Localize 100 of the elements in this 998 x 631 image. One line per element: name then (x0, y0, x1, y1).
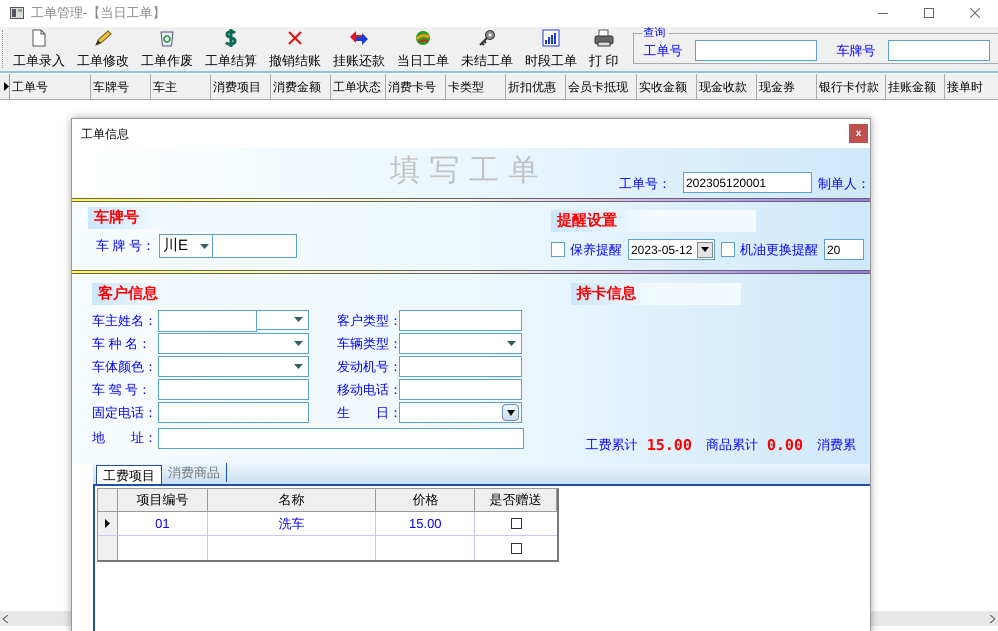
field-label: 固定电话： (92, 404, 158, 422)
input-field[interactable] (399, 310, 522, 331)
pencil-icon (93, 28, 113, 47)
column-header[interactable]: 是否赠送 (475, 489, 557, 511)
toolbar-button[interactable]: 工单修改 (75, 27, 131, 71)
date-field[interactable]: 20 (824, 239, 864, 260)
search-field[interactable] (694, 40, 817, 61)
prefix-dropdown[interactable]: 川E (159, 234, 213, 258)
bar-chart-icon (542, 28, 560, 47)
checkbox[interactable] (510, 542, 522, 554)
caret-icon (701, 247, 709, 252)
column-header[interactable]: 卡类型 (446, 74, 506, 99)
column-header[interactable]: 会员卡抵现 (566, 74, 637, 99)
checkbox[interactable] (510, 518, 522, 529)
field-label: 发动机号： (337, 358, 399, 376)
field-label: 生 日： (337, 404, 399, 422)
checkbox-label: 保养提醒 (570, 240, 622, 259)
column-header[interactable]: 银行卡付款 (817, 74, 886, 99)
dropdown-field[interactable] (158, 333, 309, 354)
dropdown-arrow-icon[interactable] (294, 364, 303, 369)
column-header[interactable]: 车主 (151, 74, 211, 99)
tab[interactable]: 工费项目 (96, 465, 162, 484)
toolbar-button[interactable]: 工单作废 (139, 27, 195, 71)
page-icon (31, 28, 47, 47)
date-field[interactable]: 2023-05-12 (628, 239, 715, 260)
row-header-cell[interactable] (98, 536, 118, 560)
field-label: 车辆类型： (337, 334, 399, 353)
dropdown-arrow-icon[interactable] (294, 317, 303, 322)
column-header[interactable]: 工单号 (10, 74, 91, 99)
dropdown-field[interactable] (158, 356, 309, 377)
close-button[interactable]: x (849, 124, 868, 143)
field-label: 车体颜色： (92, 358, 158, 376)
checkbox[interactable] (551, 242, 565, 257)
toolbar-button[interactable]: 工单结算 (203, 27, 259, 71)
column-header[interactable]: 实收金额 (637, 74, 697, 99)
total-label: 消费累 (817, 436, 856, 454)
section-heading: 持卡信息 (570, 283, 741, 305)
checkbox-label: 机油更换提醒 (740, 240, 818, 259)
total-value: 15.00 (646, 434, 692, 456)
field-label: 地 址： (92, 429, 158, 448)
toolbar-button[interactable]: 当日工单 (395, 27, 451, 71)
column-header[interactable]: 价格 (376, 489, 476, 511)
dropdown-field[interactable] (399, 333, 522, 354)
field-label: 客户类型： (337, 312, 399, 330)
dropdown-button[interactable] (697, 242, 713, 258)
caret-icon (506, 410, 514, 416)
toolbar-button[interactable]: 时段工单 (523, 27, 579, 71)
tab[interactable]: 消费商品 (162, 463, 227, 482)
column-header[interactable]: 现金收款 (697, 74, 757, 99)
dropdown-arrow-icon[interactable] (200, 244, 209, 248)
column-header[interactable]: 消费项目 (211, 74, 271, 99)
maximize-icon (924, 8, 934, 18)
input-field[interactable] (158, 402, 309, 423)
scroll-right-icon[interactable] (990, 614, 995, 622)
column-header[interactable]: 消费金额 (271, 74, 331, 99)
address-field[interactable] (158, 428, 524, 448)
ball-icon (415, 30, 431, 46)
field-label: 车 驾 号： (92, 380, 152, 399)
query-legend: 查询 (642, 28, 668, 38)
column-header[interactable]: 项目编号 (118, 489, 208, 511)
toolbar-button[interactable]: 工单录入 (11, 27, 67, 71)
dropdown-arrow-icon[interactable] (507, 341, 516, 346)
order-number-field[interactable]: 202305120001 (683, 172, 812, 193)
input-field[interactable] (399, 356, 522, 377)
printer-icon (594, 28, 614, 47)
row-pointer-icon (4, 82, 9, 91)
input-field[interactable] (158, 379, 309, 400)
dropdown-arrow-icon[interactable] (294, 341, 303, 346)
search-field[interactable] (888, 40, 990, 61)
checkbox[interactable] (721, 242, 735, 257)
field-label: 移动电话： (337, 380, 399, 399)
toolbar-button[interactable]: 打 印 (587, 27, 621, 71)
column-header[interactable]: 名称 (208, 489, 376, 511)
column-header[interactable]: 接单时 (945, 74, 998, 99)
query-label: 车牌号 (836, 42, 876, 60)
column-header[interactable]: 折扣优惠 (506, 74, 566, 99)
column-header[interactable]: 车牌号 (91, 74, 151, 99)
dropdown-button[interactable] (502, 404, 519, 421)
scroll-left-icon[interactable] (3, 614, 8, 622)
arrows-icon (349, 28, 369, 47)
column-header[interactable]: 现金券 (757, 74, 817, 99)
date-field[interactable] (399, 402, 522, 423)
toolbar-button[interactable]: 撤销结账 (267, 27, 323, 71)
toolbar-button[interactable]: 未结工单 (459, 27, 515, 71)
column-header[interactable]: 消费卡号 (386, 74, 446, 99)
column-header[interactable]: 工单状态 (331, 74, 386, 99)
input-field[interactable] (158, 310, 257, 332)
dialog-title: 工单信息 (81, 126, 129, 142)
total-value: 0.00 (766, 434, 803, 456)
app-icon (10, 7, 24, 19)
plate-number-field[interactable] (213, 234, 297, 258)
toolbar-button[interactable]: 挂账还款 (331, 27, 387, 71)
key-icon (478, 28, 496, 47)
total-label: 商品累计 (706, 436, 758, 454)
table-cell: 15.00 (376, 512, 476, 535)
table-cell: 洗车 (208, 512, 376, 535)
column-header[interactable]: 挂账金额 (886, 74, 945, 99)
row-header-cell[interactable] (98, 512, 118, 535)
dropdown-field[interactable] (257, 310, 309, 330)
input-field[interactable] (399, 379, 522, 400)
